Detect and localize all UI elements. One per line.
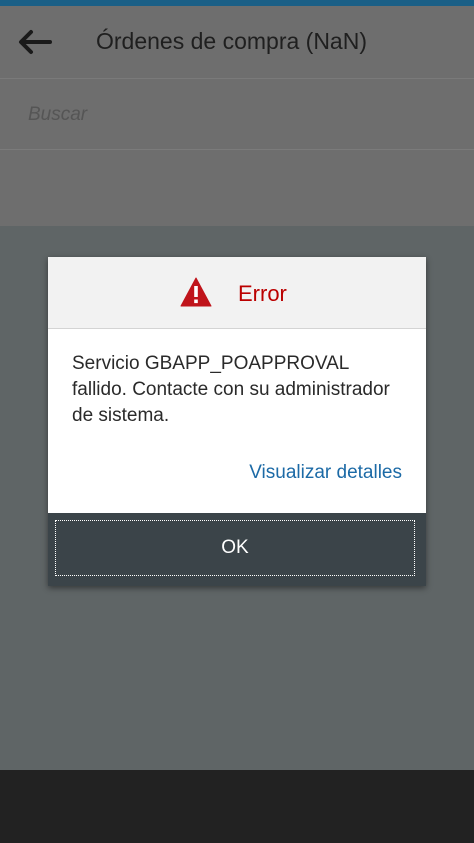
search-input[interactable] bbox=[26, 99, 450, 131]
search-bar bbox=[0, 79, 474, 150]
warning-icon bbox=[180, 277, 212, 307]
bottom-bar bbox=[0, 770, 474, 843]
dialog-footer: OK bbox=[48, 513, 426, 586]
arrow-left-icon bbox=[19, 30, 52, 54]
list-area bbox=[0, 150, 474, 226]
app-header: Órdenes de compra (NaN) bbox=[0, 6, 474, 79]
back-button[interactable] bbox=[14, 24, 56, 60]
page-title: Órdenes de compra (NaN) bbox=[96, 28, 367, 54]
ok-button[interactable]: OK bbox=[55, 520, 415, 576]
dialog-header: Error bbox=[48, 257, 426, 329]
dialog-title: Error bbox=[238, 281, 287, 306]
dialog-message: Servicio GBAPP_POAPPROVAL fallido. Conta… bbox=[72, 353, 390, 426]
view-details-link[interactable]: Visualizar detalles bbox=[249, 462, 402, 484]
error-dialog: Error Servicio GBAPP_POAPPROVAL fallido.… bbox=[48, 257, 426, 586]
